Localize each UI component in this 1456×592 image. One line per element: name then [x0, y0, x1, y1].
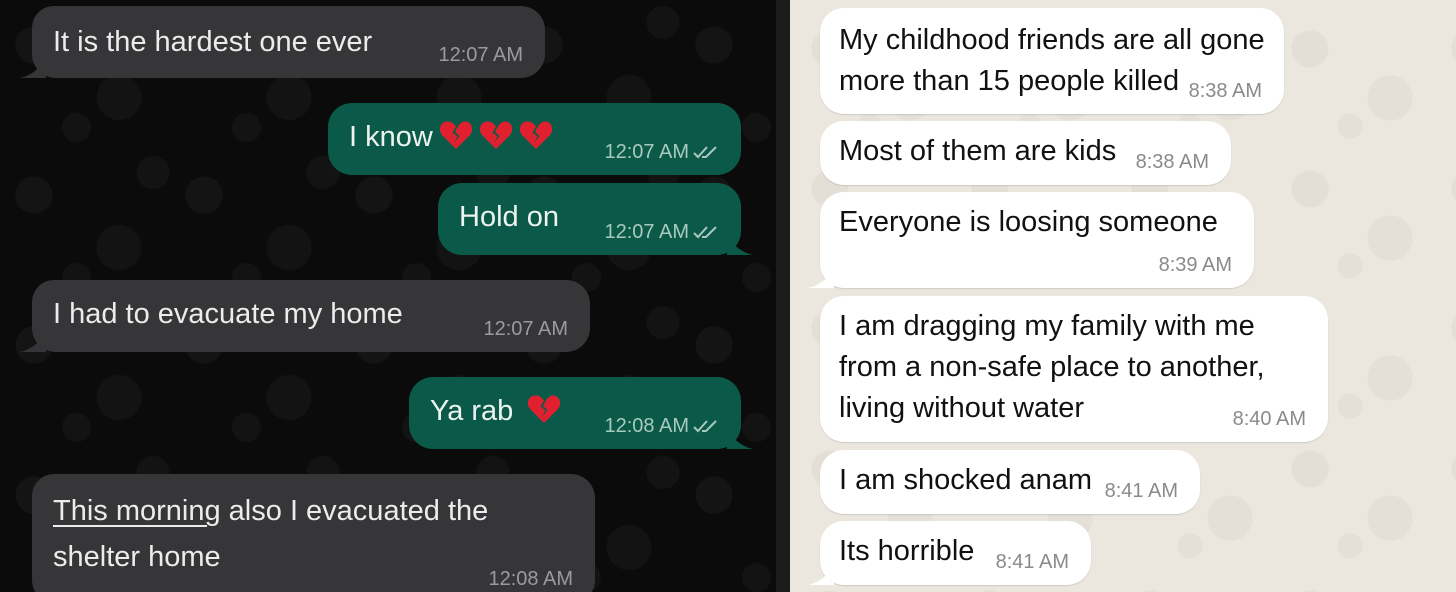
left-chat-panel[interactable]: It is the hardest one ever 12:07 AM I kn… [0, 0, 776, 592]
panel-divider [776, 0, 790, 592]
message-time: 8:38 AM [1135, 151, 1209, 173]
double-check-icon [693, 226, 717, 239]
message-text: I am dragging my family with me [839, 310, 1255, 342]
message-text: Ya rab [430, 395, 514, 427]
incoming-message[interactable]: Most of them are kids 8:38 AM [820, 121, 1231, 185]
bubble-tail [20, 56, 46, 78]
bubble-tail [808, 266, 834, 288]
message-time: 8:41 AM [1104, 480, 1178, 502]
message-time: 12:07 AM [438, 44, 523, 66]
outgoing-message[interactable]: Ya rab 12:08 AM [409, 377, 753, 449]
message-time: 8:38 AM [1188, 80, 1262, 102]
right-chat-panel[interactable]: My childhood friends are all gone more t… [790, 0, 1456, 592]
incoming-message[interactable]: My childhood friends are all gone more t… [820, 8, 1284, 114]
outgoing-message[interactable]: Hold on 12:07 AM [438, 183, 753, 255]
message-time: 8:40 AM [1232, 408, 1306, 430]
message-time: 12:07 AM [604, 141, 689, 163]
incoming-message[interactable]: This morning also I evacuated the shelte… [32, 474, 595, 592]
bubble-tail [727, 427, 753, 449]
incoming-message[interactable]: Its horrible 8:41 AM [808, 521, 1091, 585]
linked-text[interactable]: This morning [53, 495, 221, 527]
broken-heart-icon [439, 121, 472, 149]
message-text: also I evacuated the [220, 495, 489, 527]
broken-heart-icon [519, 121, 552, 149]
broken-heart-icon [528, 395, 561, 423]
message-time: 12:08 AM [488, 568, 573, 590]
message-time: 12:07 AM [604, 221, 689, 243]
incoming-message[interactable]: Everyone is loosing someone 8:39 AM [808, 192, 1254, 288]
double-check-icon [693, 146, 717, 159]
bubble-tail [727, 233, 753, 255]
incoming-message[interactable]: I am shocked anam 8:41 AM [820, 450, 1200, 514]
message-time: 12:07 AM [483, 318, 568, 340]
bubble-tail [808, 563, 834, 585]
message-time: 8:39 AM [1158, 254, 1232, 276]
outgoing-message[interactable]: I know 12:07 AM [328, 103, 741, 175]
incoming-message[interactable]: I am dragging my family with me from a n… [820, 296, 1328, 442]
message-text: Everyone is loosing someone [839, 206, 1218, 238]
message-time: 12:08 AM [604, 415, 689, 437]
broken-heart-icon [479, 121, 512, 149]
message-time: 8:41 AM [995, 551, 1069, 573]
message-text: from a non-safe place to another, [839, 351, 1265, 383]
double-check-icon [693, 420, 717, 433]
bubble-tail [20, 330, 46, 352]
incoming-message[interactable]: I had to evacuate my home 12:07 AM [20, 280, 590, 352]
message-text: My childhood friends are all gone [839, 24, 1265, 56]
incoming-message[interactable]: It is the hardest one ever 12:07 AM [20, 6, 545, 78]
message-text: I know [349, 121, 433, 153]
